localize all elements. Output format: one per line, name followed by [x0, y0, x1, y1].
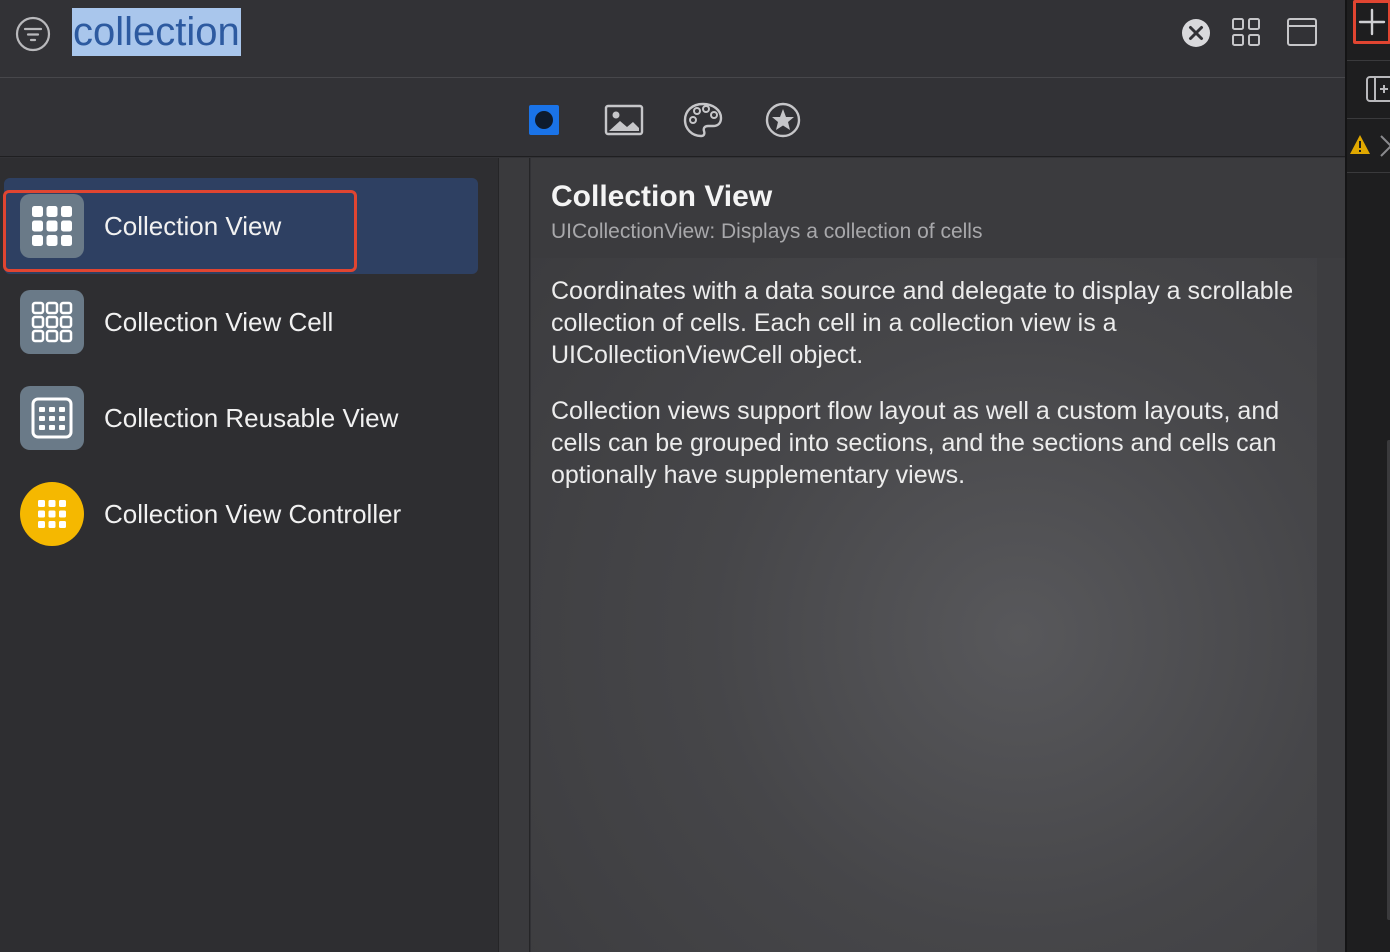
detail-description: Collection views support flow layout as …: [551, 397, 1280, 489]
grid-view-icon[interactable]: [1231, 17, 1261, 47]
reusable-view-icon: [20, 386, 84, 450]
divider: [1347, 172, 1390, 173]
pane-splitter[interactable]: [498, 158, 530, 952]
detail-subtitle: UICollectionView: Displays a collection …: [551, 220, 983, 243]
detail-view-icon[interactable]: [1286, 17, 1318, 47]
detail-pane: Collection View UICollectionView: Displa…: [531, 158, 1345, 952]
object-library-panel: collection Collection View Collection Vi…: [0, 0, 1345, 952]
search-bar: collection: [0, 0, 1345, 78]
split-editor-icon[interactable]: [1365, 74, 1390, 104]
detail-description: Coordinates with a data source and deleg…: [551, 277, 1294, 369]
add-library-button[interactable]: [1353, 0, 1390, 44]
chevron-right-icon[interactable]: [1379, 134, 1390, 158]
plus-icon: [1358, 8, 1386, 36]
list-item-collection-view-controller[interactable]: Collection View Controller: [4, 466, 478, 562]
image-icon[interactable]: [604, 100, 644, 140]
clear-search-icon[interactable]: [1181, 18, 1211, 48]
palette-icon[interactable]: [683, 100, 723, 140]
library-tab-bar: [0, 79, 1345, 157]
app-window: collection Collection View Collection Vi…: [0, 0, 1390, 952]
detail-title: Collection View: [551, 180, 773, 213]
list-item-label: Collection Reusable View: [104, 403, 399, 433]
list-item-collection-reusable-view[interactable]: Collection Reusable View: [4, 370, 478, 466]
warning-icon[interactable]: [1349, 134, 1371, 156]
cell-grid-icon: [20, 290, 84, 354]
objects-icon[interactable]: [524, 100, 564, 140]
filter-icon[interactable]: [14, 15, 52, 53]
editor-edge-strip: [1345, 0, 1390, 952]
detail-header: Collection View UICollectionView: Displa…: [531, 158, 1345, 258]
list-item-collection-view-cell[interactable]: Collection View Cell: [4, 274, 478, 370]
annotation-highlight-box: [3, 190, 357, 272]
divider: [1347, 60, 1390, 61]
detail-scrollbar[interactable]: [1317, 258, 1345, 952]
list-item-label: Collection View Controller: [104, 499, 402, 529]
library-item-list: Collection View Collection View Cell Col…: [0, 158, 498, 952]
star-icon[interactable]: [763, 100, 803, 140]
controller-icon: [20, 482, 84, 546]
search-input[interactable]: collection: [72, 8, 241, 56]
list-item-label: Collection View Cell: [104, 307, 334, 337]
divider: [1347, 118, 1390, 119]
